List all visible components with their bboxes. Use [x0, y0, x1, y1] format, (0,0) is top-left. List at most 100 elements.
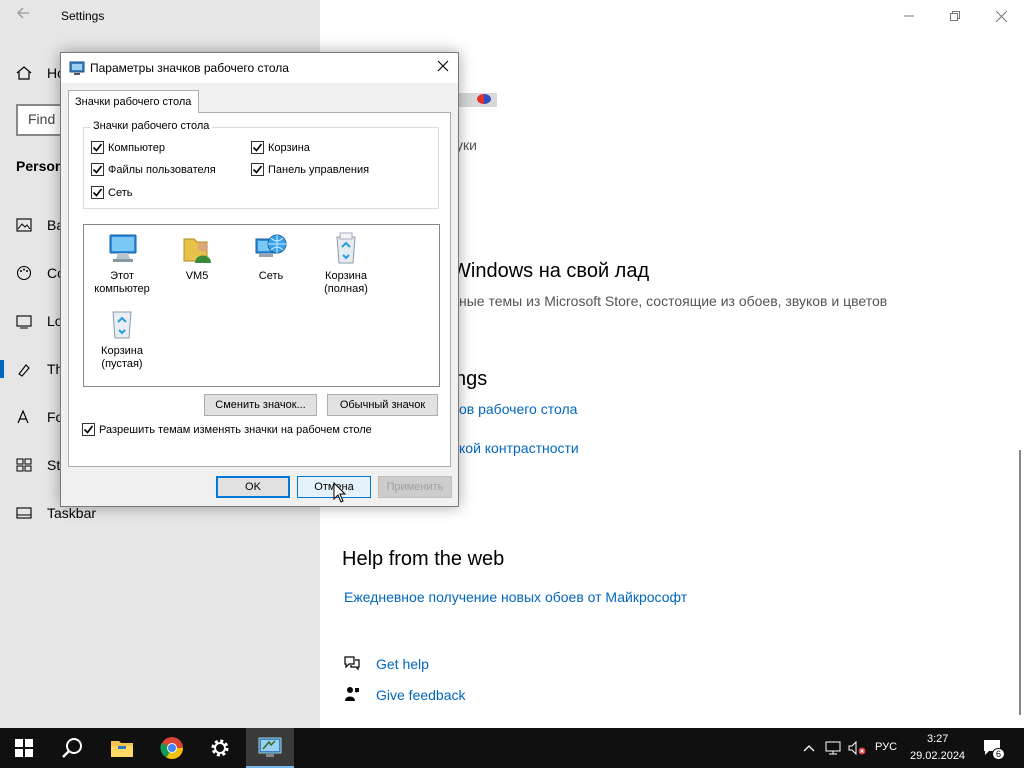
network-icon: [253, 231, 289, 267]
icon-list[interactable]: Этот компьютер VM5 Сеть Корзина (полная): [83, 224, 440, 387]
change-icon-button[interactable]: Сменить значок...: [204, 394, 317, 416]
get-help-link[interactable]: Get help: [376, 656, 429, 672]
checkbox-label: Корзина: [268, 141, 310, 154]
network-status-icon: [825, 741, 841, 755]
minimize-button[interactable]: [894, 6, 924, 26]
start-button[interactable]: [0, 728, 48, 768]
chevron-up-icon: [803, 745, 815, 752]
notification-center-button[interactable]: 6: [976, 728, 1010, 768]
checkbox-box[interactable]: [91, 163, 104, 176]
checkmark-icon: [92, 188, 103, 197]
related-settings-heading: ngs: [455, 368, 488, 390]
recycle-bin-empty-icon: [104, 306, 140, 342]
icon-item-label: Этот компьютер: [94, 270, 150, 295]
tab-desktop-icons[interactable]: Значки рабочего стола: [68, 90, 199, 113]
icon-item-label: VM5: [185, 270, 209, 282]
theme-preview-fragment: [459, 93, 497, 107]
high-contrast-settings-link[interactable]: кой контрастности: [459, 440, 579, 456]
checkmark-icon: [92, 143, 103, 152]
checkbox-user-files[interactable]: Файлы пользователя: [91, 163, 216, 176]
checkbox-label: Панель управления: [268, 163, 370, 176]
clock-time[interactable]: 3:27: [927, 733, 948, 745]
tray-network[interactable]: [821, 728, 845, 768]
icon-item-network[interactable]: Сеть: [235, 231, 307, 283]
checkbox-box[interactable]: [91, 186, 104, 199]
back-arrow-icon: [17, 7, 29, 19]
checkbox-box[interactable]: [251, 163, 264, 176]
default-icon-button[interactable]: Обычный значок: [327, 394, 438, 416]
app-title: Settings: [61, 9, 105, 23]
close-icon: [995, 10, 1007, 22]
home-icon: [16, 65, 32, 81]
windows-logo-icon: [15, 739, 33, 757]
icon-item-recycle-empty[interactable]: Корзина (пустая): [86, 306, 158, 371]
close-button[interactable]: [986, 6, 1016, 26]
icon-item-recycle-full[interactable]: Корзина (полная): [310, 231, 382, 296]
language-indicator[interactable]: РУС: [875, 741, 897, 753]
checkmark-icon: [92, 165, 103, 174]
taskbar-settings[interactable]: [196, 728, 244, 768]
taskbar-icon: [16, 505, 32, 521]
checkbox-recycle-bin[interactable]: Корзина: [251, 141, 310, 154]
icon-item-label: Сеть: [258, 270, 284, 282]
get-help-icon: [343, 655, 361, 674]
search-placeholder: Find: [28, 111, 56, 127]
checkmark-icon: [252, 143, 263, 152]
back-button[interactable]: [10, 6, 36, 26]
ok-button[interactable]: OK: [216, 476, 290, 498]
desktop-settings-icon: [258, 737, 282, 757]
taskbar-chrome[interactable]: [148, 728, 196, 768]
help-heading: Help from the web: [342, 548, 505, 570]
checkmark-icon: [252, 165, 263, 174]
sidebar-item-label: Taskbar: [47, 505, 97, 521]
minimize-icon: [904, 15, 914, 17]
gear-icon: [211, 739, 229, 757]
desktop-settings-icon: [69, 60, 85, 76]
apply-button[interactable]: Применить: [378, 476, 452, 498]
give-feedback-link[interactable]: Give feedback: [376, 687, 466, 703]
checkbox-box[interactable]: [251, 141, 264, 154]
icon-item-label: Корзина (полная): [324, 270, 368, 295]
sidebar-item-label: St: [47, 457, 61, 473]
checkbox-allow-themes[interactable]: Разрешить темам изменять значки на рабоч…: [82, 423, 372, 436]
chrome-icon: [160, 737, 183, 759]
palette-icon: [16, 265, 32, 281]
daily-wallpaper-link[interactable]: Ежедневное получение новых обоев от Майк…: [344, 589, 687, 605]
taskbar-search-button[interactable]: [48, 728, 96, 768]
restore-icon: [950, 11, 960, 21]
tab-panel: Значки рабочего стола Компьютер Корзина …: [68, 112, 451, 467]
desktop-icon-settings-link[interactable]: ов рабочего стола: [459, 401, 577, 417]
taskbar-file-explorer[interactable]: [98, 728, 146, 768]
checkbox-box[interactable]: [82, 423, 95, 436]
partial-sounds-text: уки: [456, 137, 477, 153]
tray-overflow-button[interactable]: [796, 728, 822, 768]
brush-icon: [16, 361, 32, 377]
scrollbar[interactable]: [1019, 450, 1021, 715]
volume-muted-icon: [848, 741, 866, 755]
folder-icon: [111, 741, 133, 757]
checkbox-network[interactable]: Сеть: [91, 186, 132, 199]
checkbox-label: Сеть: [108, 186, 133, 199]
personalize-description: ные темы из Microsoft Store, состоящие и…: [459, 293, 888, 309]
theme-color-dot: [477, 94, 491, 104]
section-heading: Person: [16, 158, 64, 174]
user-folder-icon: [179, 231, 215, 267]
taskbar-desktop-icon-settings[interactable]: [246, 728, 294, 768]
dialog-title: Параметры значков рабочего стола: [90, 61, 289, 75]
dialog-close-button[interactable]: [431, 58, 455, 78]
groupbox-label: Значки рабочего стола: [90, 120, 213, 132]
checkbox-control-panel[interactable]: Панель управления: [251, 163, 369, 176]
restore-button[interactable]: [940, 6, 970, 26]
checkbox-box[interactable]: [91, 141, 104, 154]
icon-item-this-pc[interactable]: Этот компьютер: [86, 231, 158, 296]
checkbox-computer[interactable]: Компьютер: [91, 141, 165, 154]
clock-date[interactable]: 29.02.2024: [910, 750, 965, 762]
picture-icon: [16, 217, 32, 233]
mouse-cursor-icon: [333, 481, 347, 504]
icon-item-user-folder[interactable]: VM5: [161, 231, 233, 283]
settings-titlebar: Settings: [0, 0, 1024, 32]
dialog-titlebar: Параметры значков рабочего стола: [61, 53, 458, 83]
give-feedback-icon: [344, 686, 360, 705]
tray-volume[interactable]: [845, 728, 869, 768]
close-icon: [437, 60, 449, 72]
